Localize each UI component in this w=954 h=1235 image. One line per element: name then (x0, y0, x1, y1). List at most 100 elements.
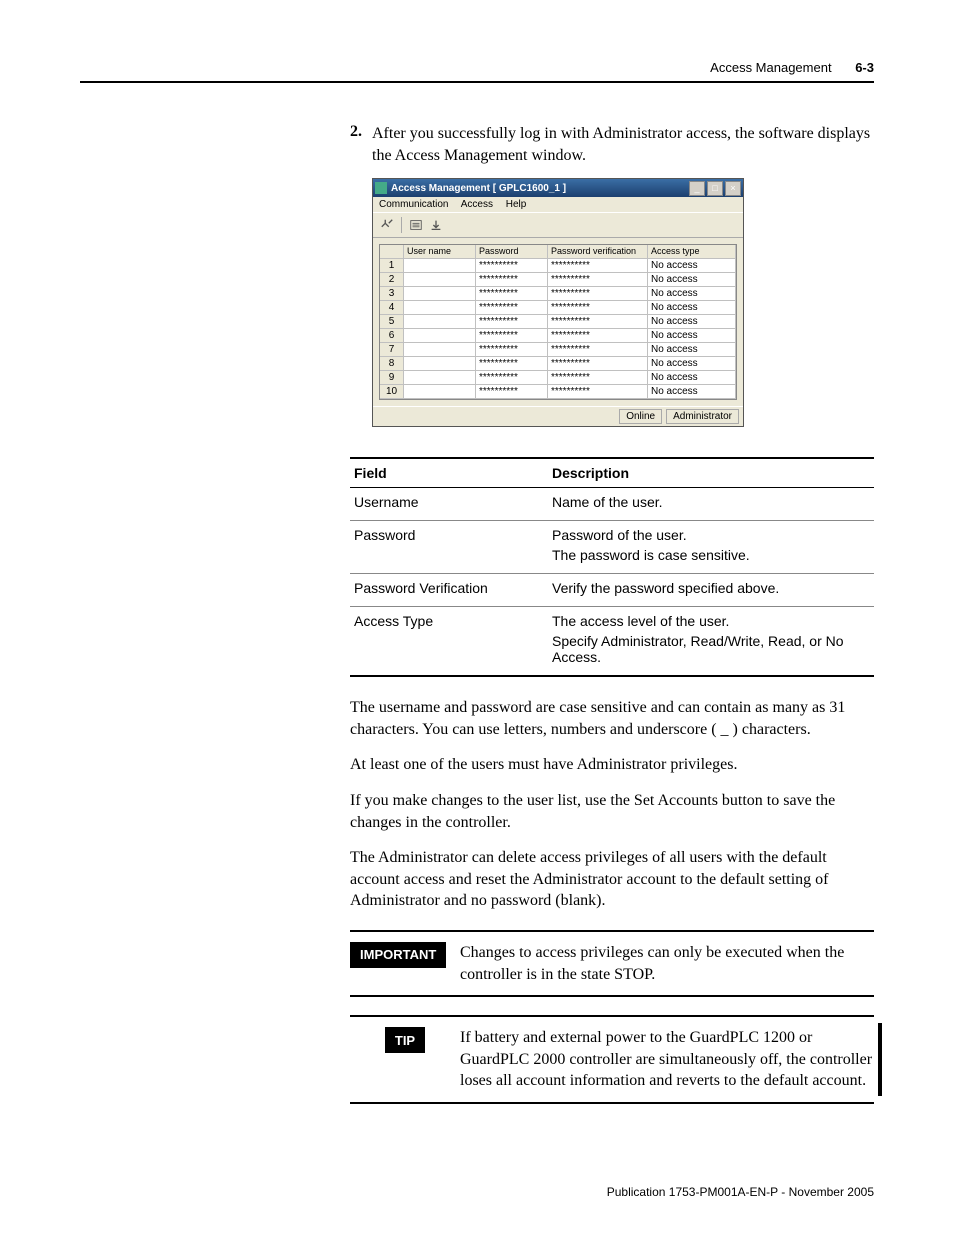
grid-cell-verification[interactable]: ********** (548, 287, 648, 301)
toolbar-export-icon[interactable] (426, 215, 446, 235)
grid-row[interactable]: 10********************No access (380, 385, 736, 399)
toolbar-connect-icon[interactable] (377, 215, 397, 235)
grid-row[interactable]: 5********************No access (380, 315, 736, 329)
ftable-field: Password (350, 521, 548, 574)
ftable-row: Access Type The access level of the user… (350, 607, 874, 677)
window-minimize-button[interactable]: _ (689, 181, 705, 196)
ftable-desc-line: Password of the user. (552, 527, 870, 543)
grid-cell-verification[interactable]: ********** (548, 301, 648, 315)
grid-cell-password[interactable]: ********** (476, 315, 548, 329)
ftable-field: Password Verification (350, 574, 548, 607)
header-page: 6-3 (855, 60, 874, 75)
access-management-window: Access Management [ GPLC1600_1 ] _ □ × C… (372, 178, 744, 427)
grid-header-rownum (380, 245, 404, 259)
menu-help[interactable]: Help (506, 199, 527, 210)
grid-cell-username[interactable] (404, 385, 476, 399)
grid-cell-username[interactable] (404, 315, 476, 329)
grid-cell-password[interactable]: ********** (476, 371, 548, 385)
grid-cell-username[interactable] (404, 329, 476, 343)
body-paragraph: The Administrator can delete access priv… (350, 847, 874, 912)
grid-cell-verification[interactable]: ********** (548, 329, 648, 343)
step-text: After you successfully log in with Admin… (372, 123, 874, 166)
grid-cell-accesstype[interactable]: No access (648, 259, 736, 273)
body-paragraph: The username and password are case sensi… (350, 697, 874, 740)
ftable-desc-line: Specify Administrator, Read/Write, Read,… (552, 633, 870, 665)
grid-cell-rownum: 10 (380, 385, 404, 399)
grid-cell-username[interactable] (404, 357, 476, 371)
grid-cell-verification[interactable]: ********** (548, 315, 648, 329)
grid-cell-username[interactable] (404, 301, 476, 315)
important-callout: IMPORTANT Changes to access privileges c… (350, 930, 874, 997)
window-maximize-button[interactable]: □ (707, 181, 723, 196)
grid-cell-verification[interactable]: ********** (548, 343, 648, 357)
grid-cell-rownum: 4 (380, 301, 404, 315)
grid-cell-verification[interactable]: ********** (548, 273, 648, 287)
toolbar-set-accounts-icon[interactable] (406, 215, 426, 235)
window-menubar: Communication Access Help (373, 197, 743, 212)
grid-cell-accesstype[interactable]: No access (648, 385, 736, 399)
header-section: Access Management (710, 60, 831, 75)
grid-cell-password[interactable]: ********** (476, 259, 548, 273)
grid-cell-verification[interactable]: ********** (548, 385, 648, 399)
grid-row[interactable]: 7********************No access (380, 343, 736, 357)
window-close-button[interactable]: × (725, 181, 741, 196)
grid-cell-rownum: 9 (380, 371, 404, 385)
grid-cell-password[interactable]: ********** (476, 357, 548, 371)
window-titlebar: Access Management [ GPLC1600_1 ] _ □ × (373, 179, 743, 197)
grid-cell-password[interactable]: ********** (476, 343, 548, 357)
grid-header-username: User name (404, 245, 476, 259)
grid-cell-rownum: 6 (380, 329, 404, 343)
grid-cell-accesstype[interactable]: No access (648, 315, 736, 329)
grid-cell-accesstype[interactable]: No access (648, 343, 736, 357)
grid-cell-accesstype[interactable]: No access (648, 329, 736, 343)
grid-cell-rownum: 2 (380, 273, 404, 287)
grid-row[interactable]: 8********************No access (380, 357, 736, 371)
grid-cell-password[interactable]: ********** (476, 301, 548, 315)
grid-cell-accesstype[interactable]: No access (648, 371, 736, 385)
header-rule (80, 81, 874, 83)
important-text: Changes to access privileges can only be… (460, 942, 874, 985)
ftable-desc: The access level of the user. Specify Ad… (548, 607, 874, 677)
grid-cell-rownum: 8 (380, 357, 404, 371)
step-number: 2. (350, 123, 372, 166)
grid-row[interactable]: 1********************No access (380, 259, 736, 273)
grid-cell-accesstype[interactable]: No access (648, 273, 736, 287)
grid-cell-verification[interactable]: ********** (548, 371, 648, 385)
grid-cell-verification[interactable]: ********** (548, 259, 648, 273)
grid-cell-username[interactable] (404, 371, 476, 385)
grid-cell-rownum: 1 (380, 259, 404, 273)
window-app-icon (375, 182, 387, 194)
grid-row[interactable]: 4********************No access (380, 301, 736, 315)
grid-cell-username[interactable] (404, 343, 476, 357)
grid-cell-username[interactable] (404, 287, 476, 301)
grid-cell-username[interactable] (404, 259, 476, 273)
grid-cell-password[interactable]: ********** (476, 273, 548, 287)
running-header: Access Management 6-3 (80, 60, 874, 75)
field-description-table: Field Description Username Name of the u… (350, 457, 874, 677)
grid-row[interactable]: 6********************No access (380, 329, 736, 343)
statusbar-user: Administrator (666, 409, 739, 424)
grid-cell-password[interactable]: ********** (476, 329, 548, 343)
grid-cell-verification[interactable]: ********** (548, 357, 648, 371)
grid-cell-accesstype[interactable]: No access (648, 301, 736, 315)
ftable-row: Username Name of the user. (350, 488, 874, 521)
grid-cell-accesstype[interactable]: No access (648, 357, 736, 371)
grid-row[interactable]: 9********************No access (380, 371, 736, 385)
window-toolbar (373, 212, 743, 238)
grid-cell-password[interactable]: ********** (476, 287, 548, 301)
grid-cell-username[interactable] (404, 273, 476, 287)
tip-tag: TIP (385, 1027, 425, 1053)
grid-row[interactable]: 3********************No access (380, 287, 736, 301)
grid-header-password: Password (476, 245, 548, 259)
grid-row[interactable]: 2********************No access (380, 273, 736, 287)
grid-cell-accesstype[interactable]: No access (648, 287, 736, 301)
step-2: 2. After you successfully log in with Ad… (350, 123, 874, 166)
ftable-desc: Verify the password specified above. (548, 574, 874, 607)
ftable-desc: Name of the user. (548, 488, 874, 521)
ftable-row: Password Password of the user. The passw… (350, 521, 874, 574)
ftable-desc-line: The access level of the user. (552, 613, 870, 629)
window-title: Access Management [ GPLC1600_1 ] (391, 183, 687, 194)
menu-access[interactable]: Access (461, 199, 493, 210)
grid-cell-password[interactable]: ********** (476, 385, 548, 399)
menu-communication[interactable]: Communication (379, 199, 448, 210)
